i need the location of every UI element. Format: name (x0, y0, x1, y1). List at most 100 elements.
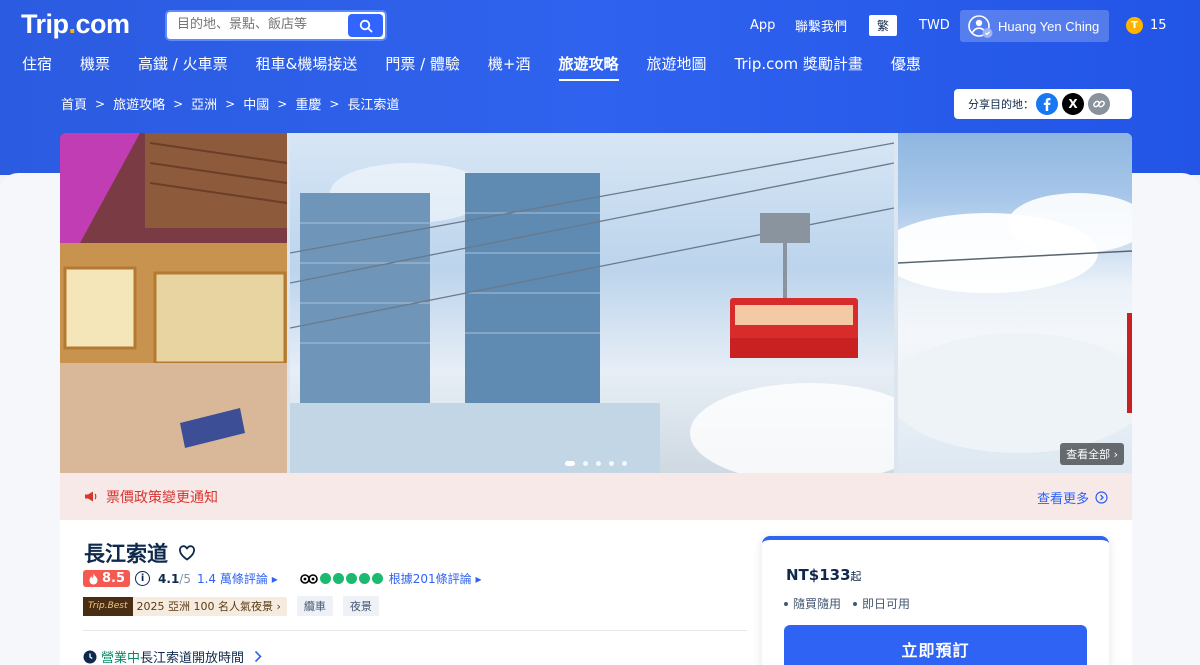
nav-item-rewards[interactable]: Trip.com 獎勵計畫 (735, 50, 863, 78)
trip-logo[interactable]: Trip.com (21, 9, 130, 40)
gallery-dot[interactable] (565, 461, 575, 466)
opening-hours-text: 長江索道開放時間 (140, 651, 245, 665)
link-icon[interactable] (1088, 93, 1110, 115)
rating-bubble-icon (345, 573, 357, 584)
nav-item-flights[interactable]: 機票 (80, 50, 110, 78)
chevron-right-icon (254, 650, 262, 663)
tripadvisor-owl-icon (299, 574, 318, 584)
perk-item: 即日可用 (853, 595, 910, 612)
nav-item-flight-hotel[interactable]: 機+酒 (488, 50, 531, 78)
rating-bubble-icon (371, 573, 383, 584)
share-bar: 分享目的地： X (954, 89, 1132, 119)
search-icon (359, 19, 372, 32)
price: NT$133起 (786, 566, 862, 584)
user-menu[interactable]: Huang Yen Ching (960, 10, 1109, 42)
perk-item: 隨買隨用 (784, 595, 841, 612)
contact-link[interactable]: 聯繫我們 (795, 0, 847, 50)
divider (83, 630, 747, 631)
rating-bubble-icon (332, 573, 344, 584)
clock-icon (83, 650, 97, 663)
rating-value: 4.1 (158, 571, 180, 586)
breadcrumb-separator: > (173, 96, 184, 111)
opening-hours-link[interactable]: 營業中 長江索道開放時間 (83, 647, 262, 665)
currency-selector[interactable]: TWD (919, 0, 950, 50)
breadcrumb-travel-guide[interactable]: 旅遊攻略 (113, 94, 165, 113)
rating-out-of: /5 (179, 571, 191, 586)
info-icon[interactable]: i (135, 571, 151, 586)
search-box (165, 10, 387, 41)
nav-item-car-rental[interactable]: 租車&機場接送 (256, 50, 358, 78)
breadcrumb-separator: > (277, 96, 288, 111)
trip-coins-count[interactable]: 15 (1150, 0, 1167, 50)
search-button[interactable] (348, 14, 383, 37)
chevron-right-icon: › (1113, 448, 1118, 461)
tripadvisor-rating[interactable]: 根據201條評論 ▸ (299, 570, 482, 587)
photo-station-interior[interactable] (60, 133, 287, 473)
nav-item-trains[interactable]: 高鐵 / 火車票 (138, 50, 228, 78)
facebook-icon[interactable] (1036, 93, 1058, 115)
search-input[interactable] (177, 17, 347, 32)
caret-right-icon: ▸ (475, 572, 482, 586)
rating-bubble-icon (319, 573, 331, 584)
breadcrumb-separator: > (95, 96, 106, 111)
rating-row: 8.5 i 4.1 /5 1.4 萬條評論 ▸ 根據201條評論 ▸ (83, 570, 482, 587)
breadcrumb-current: 長江索道 (347, 98, 400, 113)
photo-gallery[interactable]: 查看全部 › (60, 133, 1132, 473)
fire-icon (89, 572, 98, 584)
badge-text: 2025 亞洲 100 名人氣夜景 › (136, 600, 281, 613)
breadcrumb-chongqing[interactable]: 重慶 (295, 94, 321, 113)
top-bar: Trip.com App 聯繫我們 繁 TWD Huang Yen Ching … (0, 0, 1200, 50)
perks: 隨買隨用 即日可用 (784, 595, 922, 612)
favorite-heart-icon[interactable] (178, 545, 196, 561)
breadcrumb-asia[interactable]: 亞洲 (191, 94, 217, 113)
share-label: 分享目的地： (968, 98, 1034, 111)
tags-row: Trip.Best 2025 亞洲 100 名人氣夜景 › 纜車 夜景 (83, 596, 379, 616)
gallery-dot[interactable] (583, 461, 588, 466)
book-now-button[interactable]: 立即預訂 (784, 625, 1087, 665)
breadcrumb-separator: > (225, 96, 236, 111)
booking-card: NT$133起 隨買隨用 即日可用 立即預訂 (762, 536, 1109, 665)
photo-sky-cable[interactable] (898, 133, 1132, 473)
trip-best-badge[interactable]: Trip.Best 2025 亞洲 100 名人氣夜景 › (83, 596, 287, 616)
reviews-link[interactable]: 1.4 萬條評論 ▸ (197, 570, 278, 587)
view-all-photos-button[interactable]: 查看全部 › (1060, 443, 1124, 465)
app-link[interactable]: App (750, 0, 775, 50)
photo-cable-car-city[interactable] (290, 133, 894, 473)
category-nav: 住宿 機票 高鐵 / 火車票 租車&機場接送 門票 / 體驗 機+酒 旅遊攻略 … (22, 50, 949, 84)
nav-item-tickets[interactable]: 門票 / 體驗 (385, 50, 460, 78)
language-selector[interactable]: 繁 (869, 15, 897, 36)
breadcrumb-china[interactable]: 中國 (243, 94, 269, 113)
popularity-score: 8.5 (83, 570, 131, 587)
chevron-right-icon: › (276, 600, 281, 613)
notice-text: 票價政策變更通知 (106, 489, 218, 506)
see-more-link[interactable]: 查看更多 (1037, 488, 1108, 507)
tripadvisor-reviews-link[interactable]: 根據201條評論 ▸ (389, 570, 482, 587)
rating-bubble-icon (358, 573, 370, 584)
nav-item-hotels[interactable]: 住宿 (22, 50, 52, 78)
breadcrumb: 首頁 > 旅遊攻略 > 亞洲 > 中國 > 重慶 > 長江索道 (61, 94, 400, 114)
gallery-pagination (565, 461, 635, 466)
breadcrumb-home[interactable]: 首頁 (61, 94, 87, 113)
user-name: Huang Yen Ching (998, 18, 1100, 34)
caret-right-icon: ▸ (271, 572, 278, 586)
tag-cable-car: 纜車 (296, 596, 333, 616)
chevron-right-circle-icon (1095, 491, 1108, 504)
page-title: 長江索道 (84, 538, 196, 568)
avatar (968, 14, 993, 38)
nav-item-travel-guide[interactable]: 旅遊攻略 (558, 50, 619, 81)
nav-item-deals[interactable]: 優惠 (891, 50, 921, 78)
user-avatar-icon (968, 15, 993, 38)
gallery-dot[interactable] (622, 461, 627, 466)
breadcrumb-separator: > (329, 96, 340, 111)
attraction-name: 長江索道 (84, 542, 168, 566)
tag-night-view: 夜景 (342, 596, 379, 616)
megaphone-icon (85, 491, 97, 502)
price-policy-notice: 票價政策變更通知 查看更多 (60, 473, 1132, 520)
open-status: 營業中 (101, 651, 141, 665)
gallery-dot[interactable] (609, 461, 614, 466)
trip-coins-icon: T (1126, 17, 1143, 34)
gallery-dot[interactable] (596, 461, 601, 466)
x-icon[interactable]: X (1062, 93, 1084, 115)
nav-item-travel-map[interactable]: 旅遊地圖 (647, 50, 707, 78)
trip-best-logo: Trip.Best (83, 596, 133, 616)
